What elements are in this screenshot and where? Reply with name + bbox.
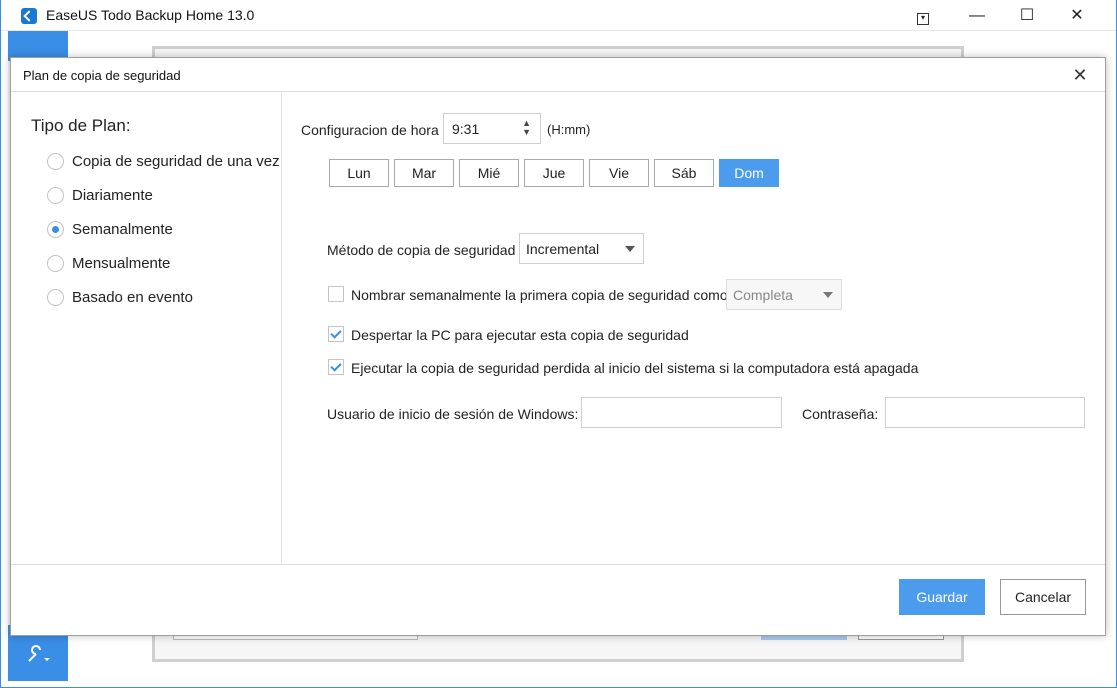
- save-button[interactable]: Guardar: [899, 579, 985, 615]
- day-button-dom[interactable]: Dom: [719, 159, 779, 187]
- app-title-bar: EaseUS Todo Backup Home 13.0 ▾ — ☐ ✕: [0, 0, 1117, 31]
- backup-method-value: Incremental: [526, 241, 600, 257]
- radio-label: Diariamente: [72, 187, 153, 204]
- radio-button[interactable]: [47, 255, 64, 272]
- radio-button[interactable]: [47, 153, 64, 170]
- wake-pc-checkbox[interactable]: [328, 326, 344, 342]
- backup-plan-dialog: Plan de copia de seguridad ✕ Tipo de Pla…: [10, 57, 1106, 636]
- app-menu-dropdown-icon[interactable]: ▾: [898, 0, 948, 31]
- run-missed-checkbox[interactable]: [328, 359, 344, 375]
- radio-label: Mensualmente: [72, 255, 171, 272]
- radio-label: Basado en evento: [72, 289, 193, 306]
- wake-pc-label: Despertar la PC para ejecutar esta copia…: [351, 327, 689, 343]
- day-button-vie[interactable]: Vie: [589, 159, 649, 187]
- run-missed-label: Ejecutar la copia de seguridad perdida a…: [351, 360, 919, 376]
- dialog-title: Plan de copia de seguridad: [23, 68, 181, 83]
- windows-user-input[interactable]: [581, 397, 782, 428]
- radio-label: Copia de seguridad de una vez: [72, 153, 280, 170]
- spin-arrows-icon[interactable]: ▲ ▼: [522, 119, 531, 137]
- time-stepper[interactable]: 9:31 ▲ ▼: [443, 113, 541, 144]
- weekly-first-type-select[interactable]: Completa: [726, 279, 842, 310]
- radio-button[interactable]: [47, 289, 64, 306]
- app-title: EaseUS Todo Backup Home 13.0: [46, 7, 255, 23]
- radio-button[interactable]: [47, 187, 64, 204]
- password-input[interactable]: [885, 397, 1085, 428]
- day-button-mie[interactable]: Mié: [459, 159, 519, 187]
- time-label: Configuracion de hora: [301, 122, 439, 138]
- weekly-first-label: Nombrar semanalmente la primera copia de…: [351, 287, 728, 303]
- radio-button-selected[interactable]: [47, 221, 64, 238]
- weekly-first-checkbox[interactable]: [328, 286, 344, 302]
- radio-label: Semanalmente: [72, 221, 173, 238]
- day-button-sab[interactable]: Sáb: [654, 159, 714, 187]
- cancel-button[interactable]: Cancelar: [1000, 579, 1086, 615]
- close-window-button[interactable]: ✕: [1052, 0, 1102, 31]
- chevron-down-icon: [823, 292, 833, 298]
- backup-method-label: Método de copia de seguridad: [327, 242, 516, 258]
- plan-type-heading: Tipo de Plan:: [31, 116, 131, 135]
- weekly-first-type-value: Completa: [733, 287, 793, 303]
- footer-divider: [11, 564, 1105, 565]
- dialog-close-button[interactable]: ✕: [1065, 62, 1095, 88]
- chevron-down-icon: [625, 246, 635, 252]
- windows-user-label: Usuario de inicio de sesión de Windows:: [327, 406, 579, 422]
- time-value: 9:31: [452, 121, 480, 137]
- day-button-jue[interactable]: Jue: [524, 159, 584, 187]
- backup-method-select[interactable]: Incremental: [519, 233, 644, 264]
- day-button-mar[interactable]: Mar: [394, 159, 454, 187]
- minimize-button[interactable]: —: [952, 0, 1002, 31]
- maximize-button[interactable]: ☐: [1002, 0, 1052, 31]
- app-logo-icon: [21, 8, 37, 24]
- day-button-lun[interactable]: Lun: [329, 159, 389, 187]
- password-label: Contraseña:: [802, 406, 879, 422]
- time-format-hint: (H:mm): [547, 122, 591, 137]
